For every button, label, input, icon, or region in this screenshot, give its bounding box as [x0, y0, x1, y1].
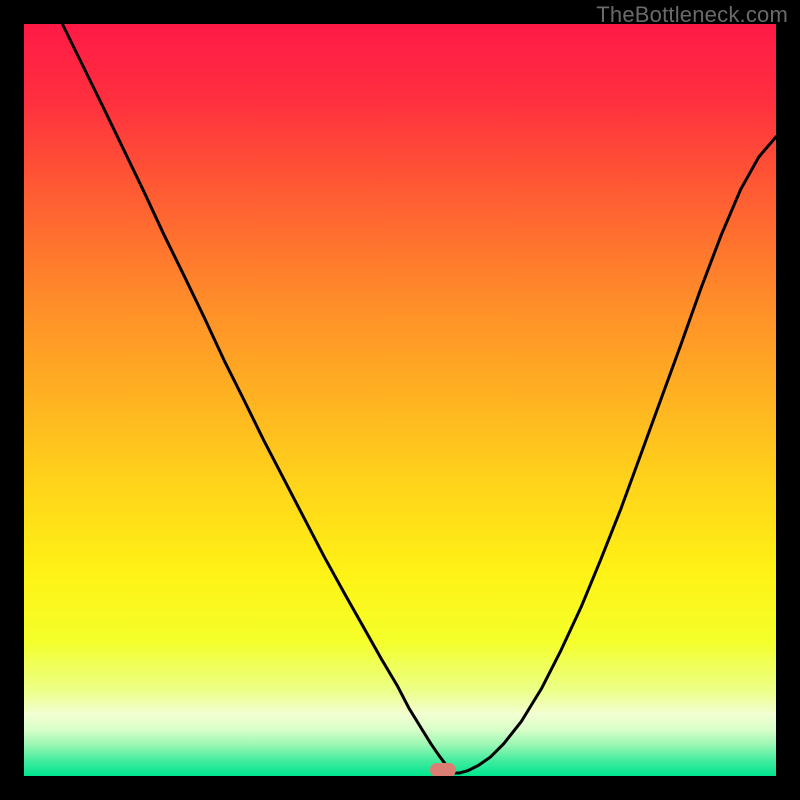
optimum-marker: [430, 763, 456, 776]
curve-layer: [24, 24, 776, 776]
bottleneck-curve: [62, 24, 776, 773]
chart-frame: TheBottleneck.com: [0, 0, 800, 800]
plot-area: [24, 24, 776, 776]
